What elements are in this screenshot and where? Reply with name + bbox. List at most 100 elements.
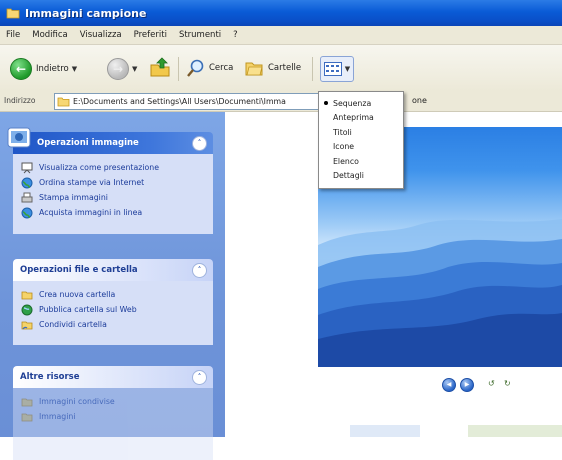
camera-icon [7, 127, 31, 148]
view-icons[interactable]: Icone [319, 140, 403, 155]
address-bar: Indirizzo E:\Documents and Settings\All … [0, 91, 562, 112]
file-tasks-header[interactable]: Operazioni file e cartella ˄ [13, 259, 213, 281]
other-places-header[interactable]: Altre risorse ˄ [13, 366, 213, 388]
place-shared-images[interactable]: Immagini condivise [21, 394, 205, 409]
globe-icon [21, 207, 33, 219]
menu-item-label: Elenco [333, 156, 359, 166]
other-places-title: Altre risorse [20, 372, 80, 382]
task-label: Visualizza come presentazione [39, 163, 159, 172]
rotate-left-icon[interactable]: ↺ [488, 379, 495, 388]
address-value: E:\Documents and Settings\All Users\Docu… [73, 97, 286, 106]
menu-item-label: Anteprima [333, 113, 374, 123]
address-input[interactable]: E:\Documents and Settings\All Users\Docu… [54, 93, 321, 110]
view-thumbnails[interactable]: Anteprima [319, 111, 403, 126]
toolbar-separator [178, 57, 179, 81]
search-button[interactable]: Cerca [186, 58, 233, 78]
view-tiles[interactable]: Titoli [319, 125, 403, 140]
search-icon [187, 59, 204, 77]
views-grid-icon [323, 62, 342, 76]
view-list[interactable]: Elenco [319, 154, 403, 169]
image-tasks-panel: Operazioni immagine ˄ Visualizza come pr… [7, 127, 213, 234]
task-label: Acquista immagini in linea [39, 208, 143, 217]
folder-icon [21, 396, 33, 408]
menu-preferiti[interactable]: Preferiti [128, 30, 173, 40]
image-tasks-title: Operazioni immagine [37, 138, 139, 148]
menu-file[interactable]: File [0, 30, 26, 40]
toolbar: ← Indietro ▼ → ▼ Cerca Cartelle ▼ [0, 45, 562, 92]
search-label: Cerca [209, 63, 234, 73]
other-places-body: Immagini condivise Immagini [13, 388, 213, 460]
task-share-folder[interactable]: Condividi cartella [21, 317, 205, 332]
folder-icon [21, 411, 33, 423]
task-label: Crea nuova cartella [39, 290, 116, 299]
address-label: Indirizzo [4, 96, 36, 105]
globe-icon [21, 177, 33, 189]
chevron-down-icon: ▼ [344, 65, 351, 73]
task-label: Ordina stampe via Internet [39, 178, 145, 187]
selected-bullet-icon [324, 101, 328, 105]
chevron-down-icon[interactable]: ▼ [132, 65, 137, 73]
collapse-chevron-icon[interactable]: ˄ [192, 263, 207, 278]
place-images[interactable]: Immagini [21, 409, 205, 424]
thumbnail[interactable] [350, 425, 420, 437]
previous-image-icon[interactable]: ◀ [442, 378, 456, 392]
toolbar-separator [312, 57, 313, 81]
task-order-prints[interactable]: Ordina stampe via Internet [21, 175, 205, 190]
back-arrow-icon: ← [10, 58, 32, 80]
printer-icon [21, 192, 33, 204]
image-tasks-header[interactable]: Operazioni immagine ˄ [7, 127, 213, 154]
preview-toolbar: ◀ ▶ ↺ ↻ [318, 367, 562, 437]
window-title: Immagini campione [25, 6, 147, 20]
title-bar[interactable]: Immagini campione [0, 0, 562, 26]
menu-item-label: Dettagli [333, 171, 364, 181]
folder-icon [57, 97, 70, 107]
menu-visualizza[interactable]: Visualizza [74, 30, 128, 40]
folders-icon [245, 62, 263, 76]
folders-label: Cartelle [268, 63, 302, 73]
forward-arrow-icon: → [107, 58, 129, 80]
collapse-chevron-icon[interactable]: ˄ [192, 136, 207, 151]
task-publish-web[interactable]: Pubblica cartella sul Web [21, 302, 205, 317]
chevron-down-icon[interactable]: ▼ [72, 65, 77, 73]
view-filmstrip[interactable]: Sequenza [319, 96, 403, 111]
folders-button[interactable]: Cartelle [244, 58, 301, 78]
task-label: Pubblica cartella sul Web [39, 305, 137, 314]
file-tasks-panel: Operazioni file e cartella ˄ Crea nuova … [13, 259, 213, 345]
views-button[interactable]: ▼ [320, 56, 354, 82]
back-label: Indietro [36, 64, 69, 74]
next-image-icon[interactable]: ▶ [460, 378, 474, 392]
image-tasks-body: Visualizza come presentazione Ordina sta… [13, 154, 213, 234]
menu-help[interactable]: ? [227, 30, 244, 40]
forward-button[interactable]: → ▼ [107, 58, 137, 80]
task-slideshow[interactable]: Visualizza come presentazione [21, 160, 205, 175]
address-overflow-text: one [412, 96, 427, 105]
rotate-right-icon[interactable]: ↻ [504, 379, 511, 388]
thumbnail[interactable] [468, 425, 562, 437]
up-folder-icon [150, 57, 170, 77]
shared-folder-icon [21, 319, 33, 331]
other-places-panel: Altre risorse ˄ Immagini condivise Immag… [13, 366, 213, 460]
task-new-folder[interactable]: Crea nuova cartella [21, 287, 205, 302]
view-details[interactable]: Dettagli [319, 169, 403, 184]
place-label: Immagini condivise [39, 397, 115, 406]
menu-modifica[interactable]: Modifica [26, 30, 74, 40]
menu-strumenti[interactable]: Strumenti [173, 30, 227, 40]
file-tasks-body: Crea nuova cartella Pubblica cartella su… [13, 281, 213, 345]
menu-item-label: Titoli [333, 127, 352, 137]
menu-bar: File Modifica Visualizza Preferiti Strum… [0, 26, 562, 45]
menu-item-label: Icone [333, 142, 355, 152]
task-pane: Operazioni immagine ˄ Visualizza come pr… [0, 112, 225, 460]
folder-icon [6, 8, 20, 19]
task-label: Stampa immagini [39, 193, 108, 202]
back-button[interactable]: ← Indietro ▼ [10, 58, 77, 80]
globe-icon [21, 304, 33, 316]
menu-item-label: Sequenza [333, 98, 372, 108]
place-label: Immagini [39, 412, 76, 421]
up-folder-button[interactable] [148, 55, 172, 79]
collapse-chevron-icon[interactable]: ˄ [192, 370, 207, 385]
slideshow-icon [21, 162, 33, 174]
new-folder-icon [21, 289, 33, 301]
task-buy-images[interactable]: Acquista immagini in linea [21, 205, 205, 220]
task-print-images[interactable]: Stampa immagini [21, 190, 205, 205]
task-label: Condividi cartella [39, 320, 107, 329]
